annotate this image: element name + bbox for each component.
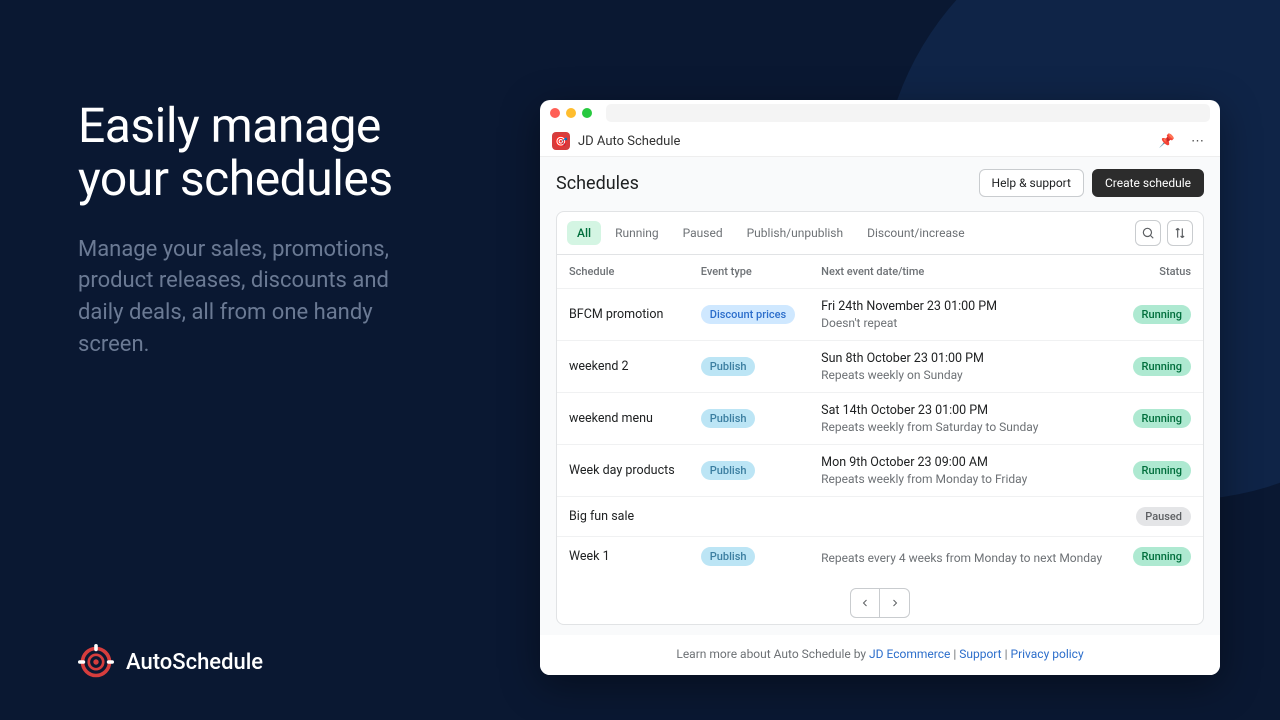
content-area: Schedules Help & support Create schedule… — [540, 157, 1220, 635]
prev-page-button[interactable] — [850, 588, 880, 618]
footer-jd-link[interactable]: JD Ecommerce — [869, 647, 950, 661]
app-title: JD Auto Schedule — [578, 134, 1147, 149]
brand-logo: AutoSchedule — [78, 644, 263, 680]
target-icon — [78, 644, 114, 680]
schedules-table: Schedule Event type Next event date/time… — [557, 255, 1203, 576]
cell-status: Paused — [1119, 497, 1203, 537]
event-badge: Publish — [701, 409, 756, 428]
status-badge: Running — [1133, 409, 1191, 428]
cell-next — [809, 497, 1119, 537]
cell-status: Running — [1119, 289, 1203, 341]
event-badge: Publish — [701, 547, 756, 566]
cell-status: Running — [1119, 393, 1203, 445]
search-icon[interactable] — [1135, 220, 1161, 246]
status-badge: Running — [1133, 547, 1191, 566]
col-next: Next event date/time — [809, 255, 1119, 289]
cell-next: Sun 8th October 23 01:00 PMRepeats weekl… — [809, 341, 1119, 393]
cell-next: Sat 14th October 23 01:00 PMRepeats week… — [809, 393, 1119, 445]
cell-event-type: Publish — [689, 537, 809, 577]
table-row[interactable]: Week day products Publish Mon 9th October … — [557, 445, 1203, 497]
pin-icon[interactable]: 📌 — [1155, 134, 1179, 149]
create-schedule-button[interactable]: Create schedule — [1092, 169, 1204, 197]
schedules-card: All Running Paused Publish/unpublish Dis… — [556, 211, 1204, 625]
table-row[interactable]: BFCM promotion Discount prices Fri 24th No… — [557, 289, 1203, 341]
cell-next: Mon 9th October 23 09:00 AMRepeats weekl… — [809, 445, 1119, 497]
footer-learn: Learn more about Auto Schedule by — [676, 647, 869, 661]
cell-schedule: weekend menu — [557, 393, 689, 445]
cell-status: Running — [1119, 537, 1203, 577]
event-badge: Publish — [701, 357, 756, 376]
brand-name: AutoSchedule — [126, 650, 263, 675]
sort-icon[interactable] — [1167, 220, 1193, 246]
cell-schedule: Week day products — [557, 445, 689, 497]
cell-event-type: Publish — [689, 445, 809, 497]
minimize-dot-icon[interactable] — [566, 108, 576, 118]
tab-running[interactable]: Running — [605, 221, 669, 245]
promo-heading: Easily manage your schedules — [78, 100, 418, 206]
page-header: Schedules Help & support Create schedule — [556, 169, 1204, 197]
footer-privacy-link[interactable]: Privacy policy — [1011, 647, 1084, 661]
promo-panel: Easily manage your schedules Manage your… — [78, 100, 418, 361]
cell-next: Fri 24th November 23 01:00 PMDoesn't rep… — [809, 289, 1119, 341]
status-badge: Running — [1133, 305, 1191, 324]
col-event-type: Event type — [689, 255, 809, 289]
next-page-button[interactable] — [880, 588, 910, 618]
col-status: Status — [1119, 255, 1203, 289]
cell-status: Running — [1119, 341, 1203, 393]
cell-schedule: weekend 2 — [557, 341, 689, 393]
window-titlebar — [540, 100, 1220, 126]
cell-schedule: Big fun sale — [557, 497, 689, 537]
status-badge: Running — [1133, 461, 1191, 480]
cell-next: Repeats every 4 weeks from Monday to nex… — [809, 537, 1119, 577]
cell-event-type: Publish — [689, 393, 809, 445]
page-title: Schedules — [556, 173, 979, 194]
table-row[interactable]: Big fun sale Paused — [557, 497, 1203, 537]
cell-event-type: Discount prices — [689, 289, 809, 341]
cell-schedule: Week 1 — [557, 537, 689, 577]
maximize-dot-icon[interactable] — [582, 108, 592, 118]
app-header: 🎯 JD Auto Schedule 📌 ⋯ — [540, 126, 1220, 157]
event-badge: Publish — [701, 461, 756, 480]
pagination — [557, 576, 1203, 624]
filter-tabs: All Running Paused Publish/unpublish Dis… — [557, 212, 1203, 255]
cell-schedule: BFCM promotion — [557, 289, 689, 341]
tab-all[interactable]: All — [567, 221, 601, 245]
cell-status: Running — [1119, 445, 1203, 497]
status-badge: Paused — [1136, 507, 1191, 526]
footer-support-link[interactable]: Support — [959, 647, 1001, 661]
help-button[interactable]: Help & support — [979, 169, 1084, 197]
promo-subtext: Manage your sales, promotions, product r… — [78, 234, 418, 362]
close-dot-icon[interactable] — [550, 108, 560, 118]
table-row[interactable]: weekend 2 Publish Sun 8th October 23 01:00… — [557, 341, 1203, 393]
cell-event-type — [689, 497, 809, 537]
url-bar[interactable] — [606, 104, 1210, 122]
status-badge: Running — [1133, 357, 1191, 376]
tab-discount-increase[interactable]: Discount/increase — [857, 221, 974, 245]
app-footer: Learn more about Auto Schedule by JD Eco… — [540, 635, 1220, 675]
tab-publish-unpublish[interactable]: Publish/unpublish — [737, 221, 854, 245]
tab-paused[interactable]: Paused — [673, 221, 733, 245]
app-window: 🎯 JD Auto Schedule 📌 ⋯ Schedules Help & … — [540, 100, 1220, 675]
col-schedule: Schedule — [557, 255, 689, 289]
cell-event-type: Publish — [689, 341, 809, 393]
app-icon: 🎯 — [552, 132, 570, 150]
table-row[interactable]: Week 1 Publish Repeats every 4 weeks from … — [557, 537, 1203, 577]
more-icon[interactable]: ⋯ — [1187, 134, 1208, 149]
event-badge: Discount prices — [701, 305, 795, 324]
table-row[interactable]: weekend menu Publish Sat 14th October 23 0… — [557, 393, 1203, 445]
